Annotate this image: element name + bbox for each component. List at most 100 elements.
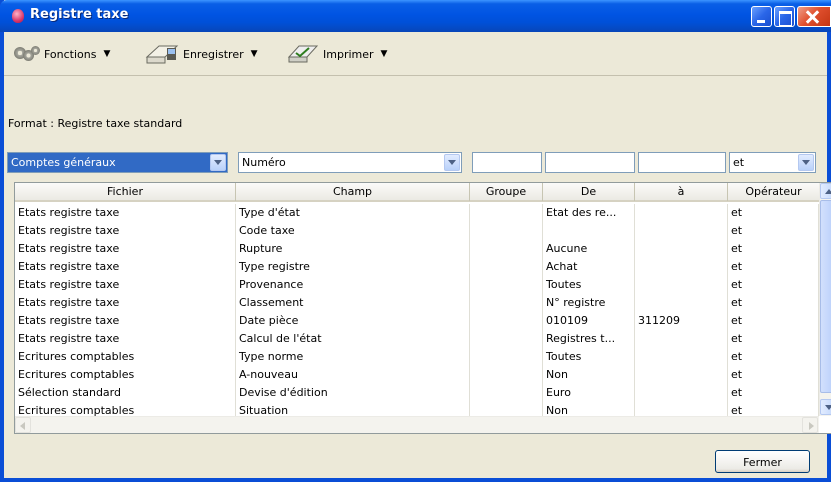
enregistrer-menu-button[interactable]: Enregistrer ▼ bbox=[145, 42, 258, 66]
cell-de[interactable]: Euro bbox=[543, 384, 635, 402]
cell-fichier[interactable]: Etats registre taxe bbox=[15, 222, 236, 240]
cell-champ[interactable]: Type norme bbox=[236, 348, 470, 366]
cell-groupe[interactable] bbox=[470, 330, 543, 348]
cell-fichier[interactable]: Ecritures comptables bbox=[15, 366, 236, 384]
table-row[interactable]: Etats registre taxe Code taxe et bbox=[15, 222, 819, 240]
cell-fichier[interactable]: Sélection standard bbox=[15, 384, 236, 402]
cell-operateur[interactable]: et bbox=[728, 366, 819, 384]
cell-champ[interactable]: Calcul de l'état bbox=[236, 330, 470, 348]
cell-de[interactable]: Aucune bbox=[543, 240, 635, 258]
cell-champ[interactable]: Devise d'édition bbox=[236, 384, 470, 402]
table-row[interactable]: Etats registre taxe Rupture Aucune et bbox=[15, 240, 819, 258]
cell-groupe[interactable] bbox=[470, 366, 543, 384]
cell-de[interactable]: Toutes bbox=[543, 276, 635, 294]
close-window-button[interactable] bbox=[797, 6, 831, 27]
cell-groupe[interactable] bbox=[470, 294, 543, 312]
cell-champ[interactable]: Classement bbox=[236, 294, 470, 312]
cell-operateur[interactable]: et bbox=[728, 276, 819, 294]
cell-a[interactable] bbox=[635, 222, 728, 240]
cell-fichier[interactable]: Etats registre taxe bbox=[15, 312, 236, 330]
cell-fichier[interactable]: Ecritures comptables bbox=[15, 348, 236, 366]
cell-champ[interactable]: Provenance bbox=[236, 276, 470, 294]
cell-operateur[interactable]: et bbox=[728, 222, 819, 240]
scroll-down-icon[interactable] bbox=[820, 399, 831, 415]
table-row[interactable]: Ecritures comptables A-nouveau Non et bbox=[15, 366, 819, 384]
cell-champ[interactable]: Date pièce bbox=[236, 312, 470, 330]
table-row[interactable]: Etats registre taxe Provenance Toutes et bbox=[15, 276, 819, 294]
cell-de[interactable]: Etat des re... bbox=[543, 204, 635, 222]
cell-a[interactable] bbox=[635, 240, 728, 258]
cell-operateur[interactable]: et bbox=[728, 240, 819, 258]
maximize-button[interactable] bbox=[774, 6, 795, 27]
cell-champ[interactable]: Type d'état bbox=[236, 204, 470, 222]
col-header-fichier[interactable]: Fichier bbox=[15, 183, 236, 201]
title-bar[interactable]: Registre taxe bbox=[0, 0, 831, 32]
table-row[interactable]: Etats registre taxe Classement N° registre… bbox=[15, 294, 819, 312]
cell-a[interactable] bbox=[635, 258, 728, 276]
cell-operateur[interactable]: et bbox=[728, 294, 819, 312]
cell-a[interactable]: 311209 bbox=[635, 312, 728, 330]
cell-champ[interactable]: Rupture bbox=[236, 240, 470, 258]
col-header-groupe[interactable]: Groupe bbox=[470, 183, 543, 201]
cell-a[interactable] bbox=[635, 204, 728, 222]
cell-de[interactable]: 010109 bbox=[543, 312, 635, 330]
cell-groupe[interactable] bbox=[470, 348, 543, 366]
cell-operateur[interactable]: et bbox=[728, 330, 819, 348]
cell-a[interactable] bbox=[635, 348, 728, 366]
cell-operateur[interactable]: et bbox=[728, 312, 819, 330]
cell-operateur[interactable]: et bbox=[728, 348, 819, 366]
cell-operateur[interactable]: et bbox=[728, 384, 819, 402]
scroll-right-icon[interactable] bbox=[802, 417, 818, 433]
cell-a[interactable] bbox=[635, 330, 728, 348]
cell-groupe[interactable] bbox=[470, 240, 543, 258]
fichier-select[interactable]: Comptes généraux bbox=[7, 152, 228, 173]
chevron-down-icon[interactable] bbox=[210, 154, 226, 171]
col-header-operateur[interactable]: Opérateur bbox=[728, 183, 819, 201]
cell-fichier[interactable]: Etats registre taxe bbox=[15, 294, 236, 312]
cell-de[interactable]: Achat bbox=[543, 258, 635, 276]
col-header-a[interactable]: à bbox=[635, 183, 728, 201]
cell-de[interactable]: Registres t... bbox=[543, 330, 635, 348]
imprimer-menu-button[interactable]: Imprimer ▼ bbox=[287, 42, 387, 66]
cell-fichier[interactable]: Etats registre taxe bbox=[15, 258, 236, 276]
cell-groupe[interactable] bbox=[470, 312, 543, 330]
fermer-button[interactable]: Fermer bbox=[715, 450, 810, 473]
horizontal-scrollbar[interactable] bbox=[15, 416, 819, 433]
col-header-de[interactable]: De bbox=[543, 183, 635, 201]
minimize-button[interactable] bbox=[751, 6, 772, 27]
table-row[interactable]: Etats registre taxe Date pièce 010109 31120… bbox=[15, 312, 819, 330]
scroll-up-icon[interactable] bbox=[820, 183, 831, 199]
cell-operateur[interactable]: et bbox=[728, 258, 819, 276]
cell-groupe[interactable] bbox=[470, 384, 543, 402]
table-row[interactable]: Etats registre taxe Calcul de l'état Regis… bbox=[15, 330, 819, 348]
operateur-select[interactable]: et bbox=[729, 152, 816, 173]
de-input[interactable] bbox=[545, 152, 635, 173]
cell-de[interactable]: Non bbox=[543, 366, 635, 384]
cell-champ[interactable]: Code taxe bbox=[236, 222, 470, 240]
cell-a[interactable] bbox=[635, 294, 728, 312]
cell-fichier[interactable]: Etats registre taxe bbox=[15, 204, 236, 222]
cell-champ[interactable]: A-nouveau bbox=[236, 366, 470, 384]
cell-groupe[interactable] bbox=[470, 222, 543, 240]
chevron-down-icon[interactable] bbox=[444, 154, 460, 171]
cell-a[interactable] bbox=[635, 366, 728, 384]
cell-de[interactable]: N° registre bbox=[543, 294, 635, 312]
cell-fichier[interactable]: Etats registre taxe bbox=[15, 276, 236, 294]
cell-de[interactable] bbox=[543, 222, 635, 240]
champ-select[interactable]: Numéro bbox=[238, 152, 462, 173]
cell-fichier[interactable]: Etats registre taxe bbox=[15, 240, 236, 258]
scroll-thumb[interactable] bbox=[820, 200, 831, 393]
table-row[interactable]: Ecritures comptables Type norme Toutes et bbox=[15, 348, 819, 366]
cell-a[interactable] bbox=[635, 384, 728, 402]
cell-de[interactable]: Toutes bbox=[543, 348, 635, 366]
cell-champ[interactable]: Type registre bbox=[236, 258, 470, 276]
vertical-scrollbar[interactable] bbox=[819, 183, 831, 416]
table-row[interactable]: Sélection standard Devise d'édition Euro et bbox=[15, 384, 819, 402]
table-row[interactable]: Etats registre taxe Type d'état Etat des r… bbox=[15, 204, 819, 222]
a-input[interactable] bbox=[638, 152, 726, 173]
cell-operateur[interactable]: et bbox=[728, 204, 819, 222]
chevron-down-icon[interactable] bbox=[798, 154, 814, 171]
table-row[interactable]: Etats registre taxe Type registre Achat et bbox=[15, 258, 819, 276]
cell-groupe[interactable] bbox=[470, 276, 543, 294]
col-header-champ[interactable]: Champ bbox=[236, 183, 470, 201]
